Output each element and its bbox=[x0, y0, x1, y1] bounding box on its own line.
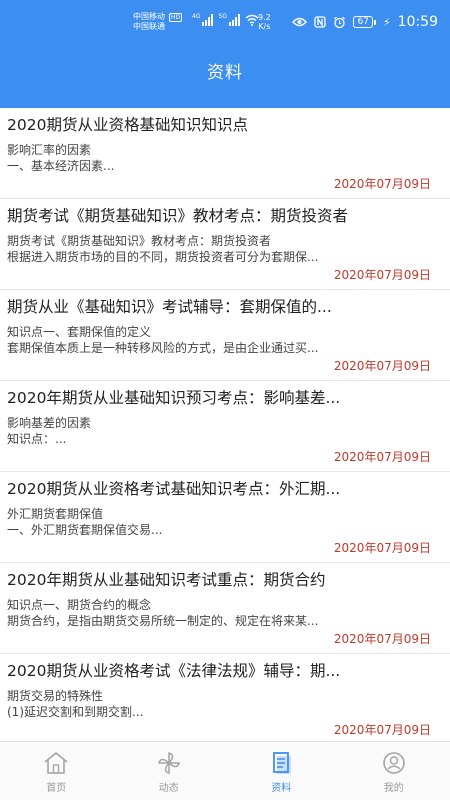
status-right: 67 ⚡ 10:59 bbox=[292, 14, 438, 30]
status-bar: 中国移动 HD 中国联通 4G 5G 9.2 K/s 67 ⚡ 10:59 bbox=[0, 0, 450, 44]
article-date: 2020年07月09日 bbox=[333, 359, 431, 373]
list-item[interactable]: 2020期货从业资格考试基础知识考点：外汇期... 外汇期货套期保值 一、外汇期… bbox=[0, 472, 450, 563]
wifi-icon bbox=[245, 14, 259, 26]
article-summary: 一、基本经济因素... bbox=[7, 159, 115, 173]
eye-icon bbox=[292, 17, 308, 27]
list-item[interactable]: 2020年期货从业基础知识预习考点：影响基差... 影响基差的因素 知识点：..… bbox=[0, 381, 450, 472]
article-date: 2020年07月09日 bbox=[333, 723, 431, 737]
article-list[interactable]: 2020期货从业资格基础知识知识点 影响汇率的因素 一、基本经济因素... 20… bbox=[0, 108, 450, 740]
article-summary: 根据进入期货市场的目的不同，期货投资者可分为套期保... bbox=[7, 250, 319, 264]
article-date: 2020年07月09日 bbox=[333, 268, 431, 282]
carrier-2: 中国联通 bbox=[133, 22, 165, 31]
article-date: 2020年07月09日 bbox=[333, 632, 431, 646]
article-subtitle: 外汇期货套期保值 bbox=[7, 507, 104, 521]
article-date: 2020年07月09日 bbox=[333, 450, 431, 464]
article-date: 2020年07月09日 bbox=[333, 177, 431, 191]
bottom-tab-bar: 首页 动态 资料 我的 bbox=[0, 741, 450, 800]
hd-badge: HD bbox=[169, 12, 183, 22]
alarm-icon bbox=[334, 16, 346, 28]
article-summary: 知识点：... bbox=[7, 432, 67, 446]
net-speed-value: 9.2 bbox=[258, 13, 271, 22]
tab-home[interactable]: 首页 bbox=[0, 742, 113, 800]
tab-materials-label: 资料 bbox=[271, 783, 292, 794]
signal-2-icon: 5G bbox=[218, 13, 240, 26]
signal-1-icon: 4G bbox=[192, 13, 214, 26]
tab-dynamic[interactable]: 动态 bbox=[113, 742, 226, 800]
carrier-info: 中国移动 HD 中国联通 bbox=[133, 12, 183, 32]
tab-mine-label: 我的 bbox=[383, 783, 404, 794]
list-item[interactable]: 期货从业《基础知识》考试辅导：套期保值的... 知识点一、套期保值的定义 套期保… bbox=[0, 290, 450, 381]
battery-level: 67 bbox=[353, 16, 373, 28]
article-summary: 套期保值本质上是一种转移风险的方式，是由企业通过买... bbox=[7, 341, 319, 355]
article-title: 2020期货从业资格考试《法律法规》辅导：期... bbox=[7, 662, 341, 680]
article-date: 2020年07月09日 bbox=[333, 541, 431, 555]
page-title: 资料 bbox=[207, 63, 243, 83]
article-title: 2020年期货从业基础知识考试重点：期货合约 bbox=[7, 571, 326, 589]
list-item[interactable]: 期货考试《期货基础知识》教材考点：期货投资者 期货考试《期货基础知识》教材考点：… bbox=[0, 199, 450, 290]
article-subtitle: 期货考试《期货基础知识》教材考点：期货投资者 bbox=[7, 234, 272, 248]
article-subtitle: 影响基差的因素 bbox=[7, 416, 92, 430]
list-item[interactable]: 2020期货从业资格考试《法律法规》辅导：期... 期货交易的特殊性 (1)延迟… bbox=[0, 654, 450, 740]
signal-indicators: 4G 5G bbox=[192, 14, 259, 26]
pinwheel-icon bbox=[157, 752, 180, 774]
article-title: 期货考试《期货基础知识》教材考点：期货投资者 bbox=[7, 207, 349, 225]
charging-icon: ⚡ bbox=[382, 15, 391, 29]
net-speed-unit: K/s bbox=[258, 22, 271, 31]
list-item[interactable]: 2020期货从业资格基础知识知识点 影响汇率的因素 一、基本经济因素... 20… bbox=[0, 108, 450, 199]
clock: 10:59 bbox=[397, 14, 438, 30]
article-summary: (1)延迟交割和到期交割... bbox=[7, 705, 144, 719]
article-title: 期货从业《基础知识》考试辅导：套期保值的... bbox=[7, 298, 332, 316]
tab-home-label: 首页 bbox=[46, 783, 67, 794]
nfc-icon bbox=[314, 16, 327, 28]
tab-materials[interactable]: 资料 bbox=[225, 742, 338, 800]
signal-1-tag: 4G bbox=[192, 13, 201, 20]
signal-2-tag: 5G bbox=[218, 13, 227, 20]
article-title: 2020期货从业资格考试基础知识考点：外汇期... bbox=[7, 480, 341, 498]
list-item[interactable]: 2020年期货从业基础知识考试重点：期货合约 知识点一、期货合约的概念 期货合约… bbox=[0, 563, 450, 654]
battery-icon: 67 bbox=[353, 16, 376, 28]
article-subtitle: 期货交易的特殊性 bbox=[7, 689, 104, 703]
user-icon bbox=[382, 752, 405, 774]
article-title: 2020年期货从业基础知识预习考点：影响基差... bbox=[7, 389, 341, 407]
article-subtitle: 知识点一、套期保值的定义 bbox=[7, 325, 152, 339]
article-summary: 一、外汇期货套期保值交易... bbox=[7, 523, 163, 537]
article-title: 2020期货从业资格基础知识知识点 bbox=[7, 116, 248, 134]
document-icon bbox=[273, 752, 292, 774]
article-subtitle: 知识点一、期货合约的概念 bbox=[7, 598, 152, 612]
article-subtitle: 影响汇率的因素 bbox=[7, 143, 92, 157]
carrier-1: 中国移动 bbox=[133, 12, 165, 21]
tab-dynamic-label: 动态 bbox=[158, 783, 179, 794]
home-icon bbox=[44, 752, 68, 774]
top-bar: 中国移动 HD 中国联通 4G 5G 9.2 K/s 67 ⚡ 10:59 资料 bbox=[0, 0, 450, 108]
net-speed: 9.2 K/s bbox=[258, 13, 271, 31]
article-summary: 期货合约，是指由期货交易所统一制定的、规定在将来某... bbox=[7, 614, 319, 628]
tab-mine[interactable]: 我的 bbox=[338, 742, 450, 800]
